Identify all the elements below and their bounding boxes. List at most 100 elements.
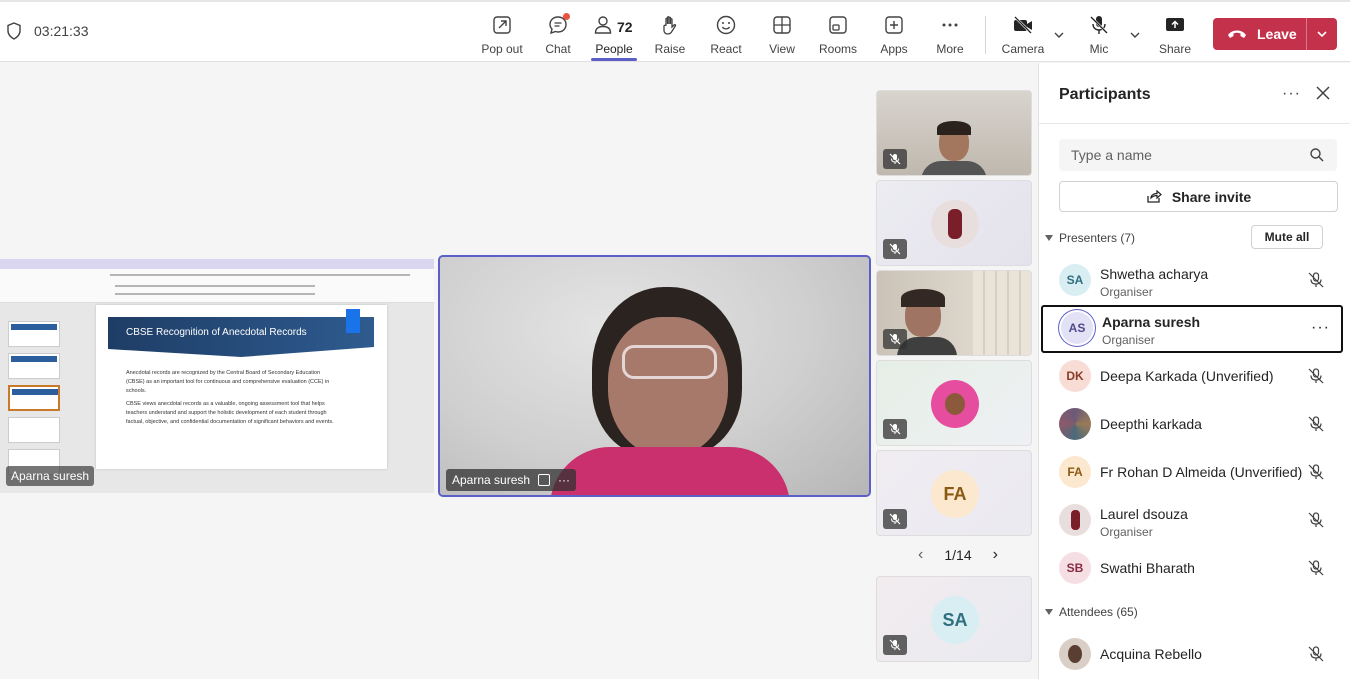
hang-up-icon bbox=[1228, 30, 1246, 38]
video-tile[interactable]: FA bbox=[876, 450, 1032, 536]
leave-label: Leave bbox=[1257, 26, 1297, 42]
toolbar-divider bbox=[985, 16, 986, 54]
view-label: View bbox=[769, 42, 795, 56]
shared-screen-name-tag: Aparna suresh bbox=[6, 466, 95, 486]
people-active-indicator bbox=[591, 58, 637, 61]
panel-title: Participants bbox=[1059, 86, 1151, 103]
share-invite-button[interactable]: Share invite bbox=[1059, 181, 1338, 212]
attendees-section-toggle[interactable]: Attendees (65) bbox=[1045, 605, 1138, 619]
slide-accent bbox=[346, 309, 360, 333]
mic-off-icon bbox=[1308, 416, 1324, 432]
panel-more-options-icon[interactable]: ··· bbox=[1282, 85, 1301, 103]
collapse-triangle-icon bbox=[1045, 609, 1053, 615]
slide-bullet: Anecdotal records are recognized by the … bbox=[126, 370, 330, 394]
leave-main[interactable]: Leave bbox=[1213, 18, 1307, 50]
participants-panel: Participants ··· Share invite Presenters… bbox=[1038, 63, 1350, 679]
more-button[interactable]: More bbox=[922, 10, 978, 60]
chevron-right-icon[interactable]: › bbox=[993, 546, 998, 564]
participant-search-input[interactable] bbox=[1059, 139, 1337, 171]
presenters-section-toggle[interactable]: Presenters (7) bbox=[1045, 231, 1135, 245]
raise-label: Raise bbox=[654, 42, 686, 56]
people-icon bbox=[594, 16, 612, 34]
people-label: People bbox=[595, 42, 633, 56]
participant-row[interactable]: Acquina Rebello bbox=[1039, 631, 1350, 679]
muted-indicator bbox=[883, 509, 907, 529]
participant-row-selected[interactable]: AS Aparna suresh Organiser ··· bbox=[1041, 305, 1343, 353]
avatar: SA bbox=[1059, 264, 1091, 296]
chevron-left-icon[interactable]: ‹ bbox=[918, 546, 923, 564]
pager-text: 1/14 bbox=[944, 547, 972, 563]
participant-row[interactable]: DK Deepa Karkada (Unverified) bbox=[1039, 353, 1350, 401]
main-speaker-video[interactable]: Aparna suresh ··· bbox=[438, 255, 871, 497]
mic-off-icon bbox=[889, 153, 901, 165]
mic-off-icon bbox=[1308, 512, 1324, 528]
participant-name: Deepthi karkada bbox=[1100, 416, 1202, 432]
meeting-timer: 03:21:33 bbox=[6, 22, 89, 40]
slide-thumbnails bbox=[4, 315, 62, 485]
chat-notification-dot bbox=[563, 13, 570, 20]
mic-off-icon bbox=[1308, 646, 1324, 662]
rooms-button[interactable]: Rooms bbox=[810, 10, 866, 60]
leave-options-dropdown[interactable] bbox=[1307, 18, 1337, 50]
mic-off-icon bbox=[889, 513, 901, 525]
participant-row[interactable]: SB Swathi Bharath bbox=[1039, 545, 1350, 593]
collapse-triangle-icon bbox=[1045, 235, 1053, 241]
mic-off-icon bbox=[889, 423, 901, 435]
gallery-pager: ‹ 1/14 › bbox=[918, 546, 998, 564]
participant-name: Acquina Rebello bbox=[1100, 646, 1202, 662]
mic-options-chevron-icon[interactable] bbox=[1128, 28, 1142, 42]
video-tile[interactable] bbox=[876, 360, 1032, 446]
participant-name: Shwetha acharya bbox=[1100, 266, 1209, 282]
camera-label: Camera bbox=[1001, 42, 1045, 56]
shared-screen-tile[interactable]: CBSE Recognition of Anecdotal Records An… bbox=[0, 259, 434, 493]
participant-row[interactable]: Laurel dsouza Organiser bbox=[1039, 497, 1350, 545]
timer-text: 03:21:33 bbox=[34, 23, 89, 39]
participant-row[interactable]: SA Shwetha acharya Organiser bbox=[1039, 257, 1350, 305]
share-invite-label: Share invite bbox=[1171, 188, 1252, 205]
mic-button[interactable]: Mic bbox=[1071, 10, 1127, 60]
muted-indicator bbox=[883, 239, 907, 259]
popout-label: Pop out bbox=[481, 42, 523, 56]
video-tile[interactable] bbox=[876, 180, 1032, 266]
avatar bbox=[931, 200, 979, 248]
slide-thumbnail bbox=[8, 353, 60, 379]
participant-row[interactable]: Deepthi karkada bbox=[1039, 401, 1350, 449]
mic-off-icon bbox=[1308, 464, 1324, 480]
participant-more-options-icon[interactable]: ··· bbox=[1311, 319, 1330, 337]
participant-role: Organiser bbox=[1102, 333, 1155, 347]
video-tile[interactable] bbox=[876, 90, 1032, 176]
camera-options-chevron-icon[interactable] bbox=[1052, 28, 1066, 42]
raise-hand-button[interactable]: Raise bbox=[642, 10, 698, 60]
react-button[interactable]: React bbox=[698, 10, 754, 60]
smiley-icon bbox=[716, 15, 736, 35]
shield-icon bbox=[7, 22, 21, 40]
mic-off-icon bbox=[1308, 368, 1324, 384]
speaker-face bbox=[608, 317, 728, 457]
people-button[interactable]: People bbox=[586, 10, 642, 60]
video-tile[interactable] bbox=[876, 270, 1032, 356]
view-button[interactable]: View bbox=[754, 10, 810, 60]
apps-button[interactable]: Apps bbox=[866, 10, 922, 60]
participant-row[interactable]: FA Fr Rohan D Almeida (Unverified) bbox=[1039, 449, 1350, 497]
close-icon[interactable] bbox=[1315, 85, 1331, 101]
video-tile[interactable]: SA bbox=[876, 576, 1032, 662]
chat-button[interactable]: Chat bbox=[530, 10, 586, 60]
camera-button[interactable]: Camera bbox=[995, 10, 1051, 60]
share-label: Share bbox=[1158, 42, 1192, 56]
avatar bbox=[931, 380, 979, 428]
chevron-down-icon bbox=[1317, 31, 1327, 38]
share-button[interactable]: Share bbox=[1147, 10, 1203, 60]
leave-button[interactable]: Leave bbox=[1213, 18, 1337, 50]
rooms-icon bbox=[829, 16, 847, 34]
react-label: React bbox=[710, 42, 742, 56]
mic-off-icon bbox=[889, 243, 901, 255]
avatar-initials: SA bbox=[931, 596, 979, 644]
grid-view-icon bbox=[773, 16, 791, 34]
popout-button[interactable]: Pop out bbox=[474, 10, 530, 60]
speaker-glasses bbox=[622, 345, 717, 379]
speaker-more-options[interactable]: ··· bbox=[558, 473, 570, 487]
mic-off-icon bbox=[1090, 16, 1108, 34]
mute-all-button[interactable]: Mute all bbox=[1251, 225, 1323, 249]
people-count: 72 bbox=[617, 19, 633, 35]
avatar: AS bbox=[1061, 312, 1093, 344]
